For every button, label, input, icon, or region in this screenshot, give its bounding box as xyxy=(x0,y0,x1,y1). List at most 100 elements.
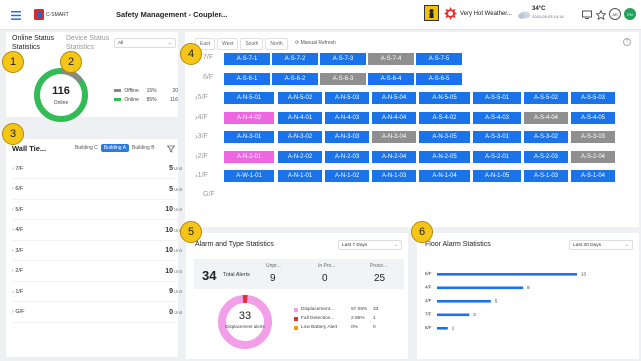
room-cell[interactable]: A-W-1-01 xyxy=(223,169,275,183)
room-cell[interactable]: A-S-7-4 xyxy=(367,52,415,66)
room-cell[interactable]: A-N-5-01 xyxy=(223,91,275,105)
floor-label[interactable]: › 3/F xyxy=(195,132,208,141)
room-cell[interactable]: A-N-2-03 xyxy=(324,150,370,164)
room-cell[interactable]: A-N-1-04 xyxy=(418,169,471,183)
room-cell[interactable]: A-S-2-03 xyxy=(523,150,569,164)
help-icon[interactable]: ? xyxy=(623,38,631,46)
alarm-status-value: 9 xyxy=(270,273,276,284)
room-cell[interactable]: A-N-2-05 xyxy=(418,150,471,164)
weather-warning-text[interactable]: Very Hot Weather... xyxy=(460,11,512,17)
floor-alarm-range-select[interactable]: Last 30 Days ⌄ xyxy=(569,240,633,250)
room-cell[interactable]: A-S-5-02 xyxy=(523,91,569,105)
room-cell[interactable]: A-N-2-02 xyxy=(277,150,323,164)
page-title: Safety Management - Coupler... xyxy=(116,10,228,19)
room-cell[interactable]: A-N-2-04 xyxy=(371,150,417,164)
room-cell[interactable]: A-N-1-01 xyxy=(277,169,323,183)
online-status-tab[interactable]: Online Status Statistics xyxy=(12,34,64,52)
room-cell[interactable]: A-N-4-01 xyxy=(277,111,323,125)
star-icon[interactable] xyxy=(595,9,606,20)
floor-label-text: 4/F xyxy=(197,114,208,121)
floor-label[interactable]: › 1/F xyxy=(195,171,208,180)
room-cell[interactable]: A-S-3-02 xyxy=(523,130,569,144)
room-cell[interactable]: A-N-3-03 xyxy=(324,130,370,144)
cloud-icon xyxy=(517,9,531,19)
wall-tie-row[interactable]: › 7/F 5Unit xyxy=(12,159,182,179)
worker-warning-icon[interactable] xyxy=(424,5,439,21)
room-cell[interactable]: A-S-6-5 xyxy=(415,72,463,86)
room-cell[interactable]: A-N-5-04 xyxy=(371,91,417,105)
user-avatar-icon[interactable]: AR xyxy=(609,8,621,20)
room-cell[interactable]: A-S-7-5 xyxy=(415,52,463,66)
room-cell[interactable]: A-N-3-05 xyxy=(418,130,471,144)
direction-tab[interactable]: North xyxy=(265,38,288,50)
wall-tie-floor: › G/F xyxy=(12,309,25,315)
room-cell[interactable]: A-S-5-03 xyxy=(570,91,616,105)
wall-tie-floor: › 4/F xyxy=(12,227,23,233)
room-cell[interactable]: A-N-3-01 xyxy=(223,130,275,144)
building-tab[interactable]: Building B xyxy=(129,144,158,152)
menu-icon[interactable] xyxy=(10,9,22,21)
filter-icon[interactable] xyxy=(166,144,175,153)
floor-label[interactable]: › 4/F xyxy=(195,113,208,122)
room-cell[interactable]: A-N-3-04 xyxy=(371,130,417,144)
device-status-tab[interactable]: Device Status Statistics xyxy=(66,34,118,52)
room-cell[interactable]: A-N-1-05 xyxy=(472,169,522,183)
room-cell[interactable]: A-S-4-04 xyxy=(523,111,569,125)
floor-label[interactable]: › 2/F xyxy=(195,152,208,161)
room-cell[interactable]: A-S-3-01 xyxy=(472,130,522,144)
room-cell[interactable]: A-N-2-01 xyxy=(223,150,275,164)
hot-weather-icon[interactable] xyxy=(443,6,457,20)
room-cell[interactable]: A-S-6-4 xyxy=(367,72,415,86)
room-cell[interactable]: A-S-5-01 xyxy=(472,91,522,105)
wall-tie-row[interactable]: › 3/F 10Unit xyxy=(12,241,182,261)
direction-tab[interactable]: South xyxy=(240,38,264,50)
floor-label[interactable]: G/F xyxy=(203,191,215,198)
room-cell[interactable]: A-N-1-02 xyxy=(324,169,370,183)
direction-tab[interactable]: West xyxy=(217,38,239,50)
building-tab[interactable]: Building A xyxy=(100,144,130,152)
room-cell[interactable]: A-S-4-03 xyxy=(472,111,522,125)
room-cell[interactable]: A-N-4-02 xyxy=(223,111,275,125)
legend-count: 33 xyxy=(373,307,379,312)
room-cell[interactable]: A-N-5-03 xyxy=(324,91,370,105)
legend-swatch xyxy=(294,325,298,330)
room-cell[interactable]: A-S-7-3 xyxy=(319,52,367,66)
room-cell[interactable]: A-S-7-1 xyxy=(223,52,271,66)
wall-tie-count: 10Unit xyxy=(165,268,182,275)
room-cell[interactable]: A-S-7-2 xyxy=(271,52,319,66)
wall-tie-row[interactable]: › 5/F 10Unit xyxy=(12,200,182,220)
building-tab[interactable]: Building C xyxy=(72,144,101,152)
floor-label[interactable]: 6/F xyxy=(203,74,213,81)
room-cell[interactable]: A-S-4-02 xyxy=(418,111,471,125)
room-cell[interactable]: A-S-4-05 xyxy=(570,111,616,125)
donut-center-value: 33 xyxy=(238,310,252,322)
wall-tie-row[interactable]: › 4/F 10Unit xyxy=(12,221,182,241)
room-cell[interactable]: A-N-5-05 xyxy=(418,91,471,105)
room-cell[interactable]: A-S-2-04 xyxy=(570,150,616,164)
room-cell[interactable]: A-S-3-03 xyxy=(570,130,616,144)
room-cell[interactable]: A-S-6-2 xyxy=(271,72,319,86)
floor-label[interactable]: › 5/F xyxy=(195,93,208,102)
room-cell[interactable]: A-N-3-02 xyxy=(277,130,323,144)
wall-tie-row[interactable]: › G/F 0Unit xyxy=(12,303,182,323)
title-dropdown-chevron-icon[interactable]: ⌄ xyxy=(218,10,224,18)
monitor-icon[interactable] xyxy=(581,9,592,20)
language-avatar-icon[interactable]: EN xyxy=(624,8,636,20)
alarm-range-select[interactable]: Last 7 Days ⌄ xyxy=(338,240,402,250)
manual-refresh-button[interactable]: ⟳ Manual Refresh xyxy=(295,40,336,46)
wall-tie-row[interactable]: › 1/F 9Unit xyxy=(12,282,182,302)
room-cell[interactable]: A-N-4-04 xyxy=(371,111,417,125)
wall-tie-row[interactable]: › 6/F 5Unit xyxy=(12,180,182,200)
room-cell[interactable]: A-S-2-01 xyxy=(472,150,522,164)
room-cell[interactable]: A-N-1-03 xyxy=(371,169,417,183)
room-cell[interactable]: A-S-6-1 xyxy=(223,72,271,86)
room-cell[interactable]: A-S-1-03 xyxy=(523,169,569,183)
room-cell[interactable]: A-S-6-3 xyxy=(319,72,367,86)
wall-tie-count: 5Unit xyxy=(169,165,182,172)
wall-tie-row[interactable]: › 2/F 10Unit xyxy=(12,262,182,282)
room-cell[interactable]: A-N-4-03 xyxy=(324,111,370,125)
floor-label[interactable]: 7/F xyxy=(203,54,213,61)
status-filter-select[interactable]: All ⌄ xyxy=(114,38,176,48)
room-cell[interactable]: A-N-5-02 xyxy=(277,91,323,105)
room-cell[interactable]: A-S-1-04 xyxy=(570,169,616,183)
